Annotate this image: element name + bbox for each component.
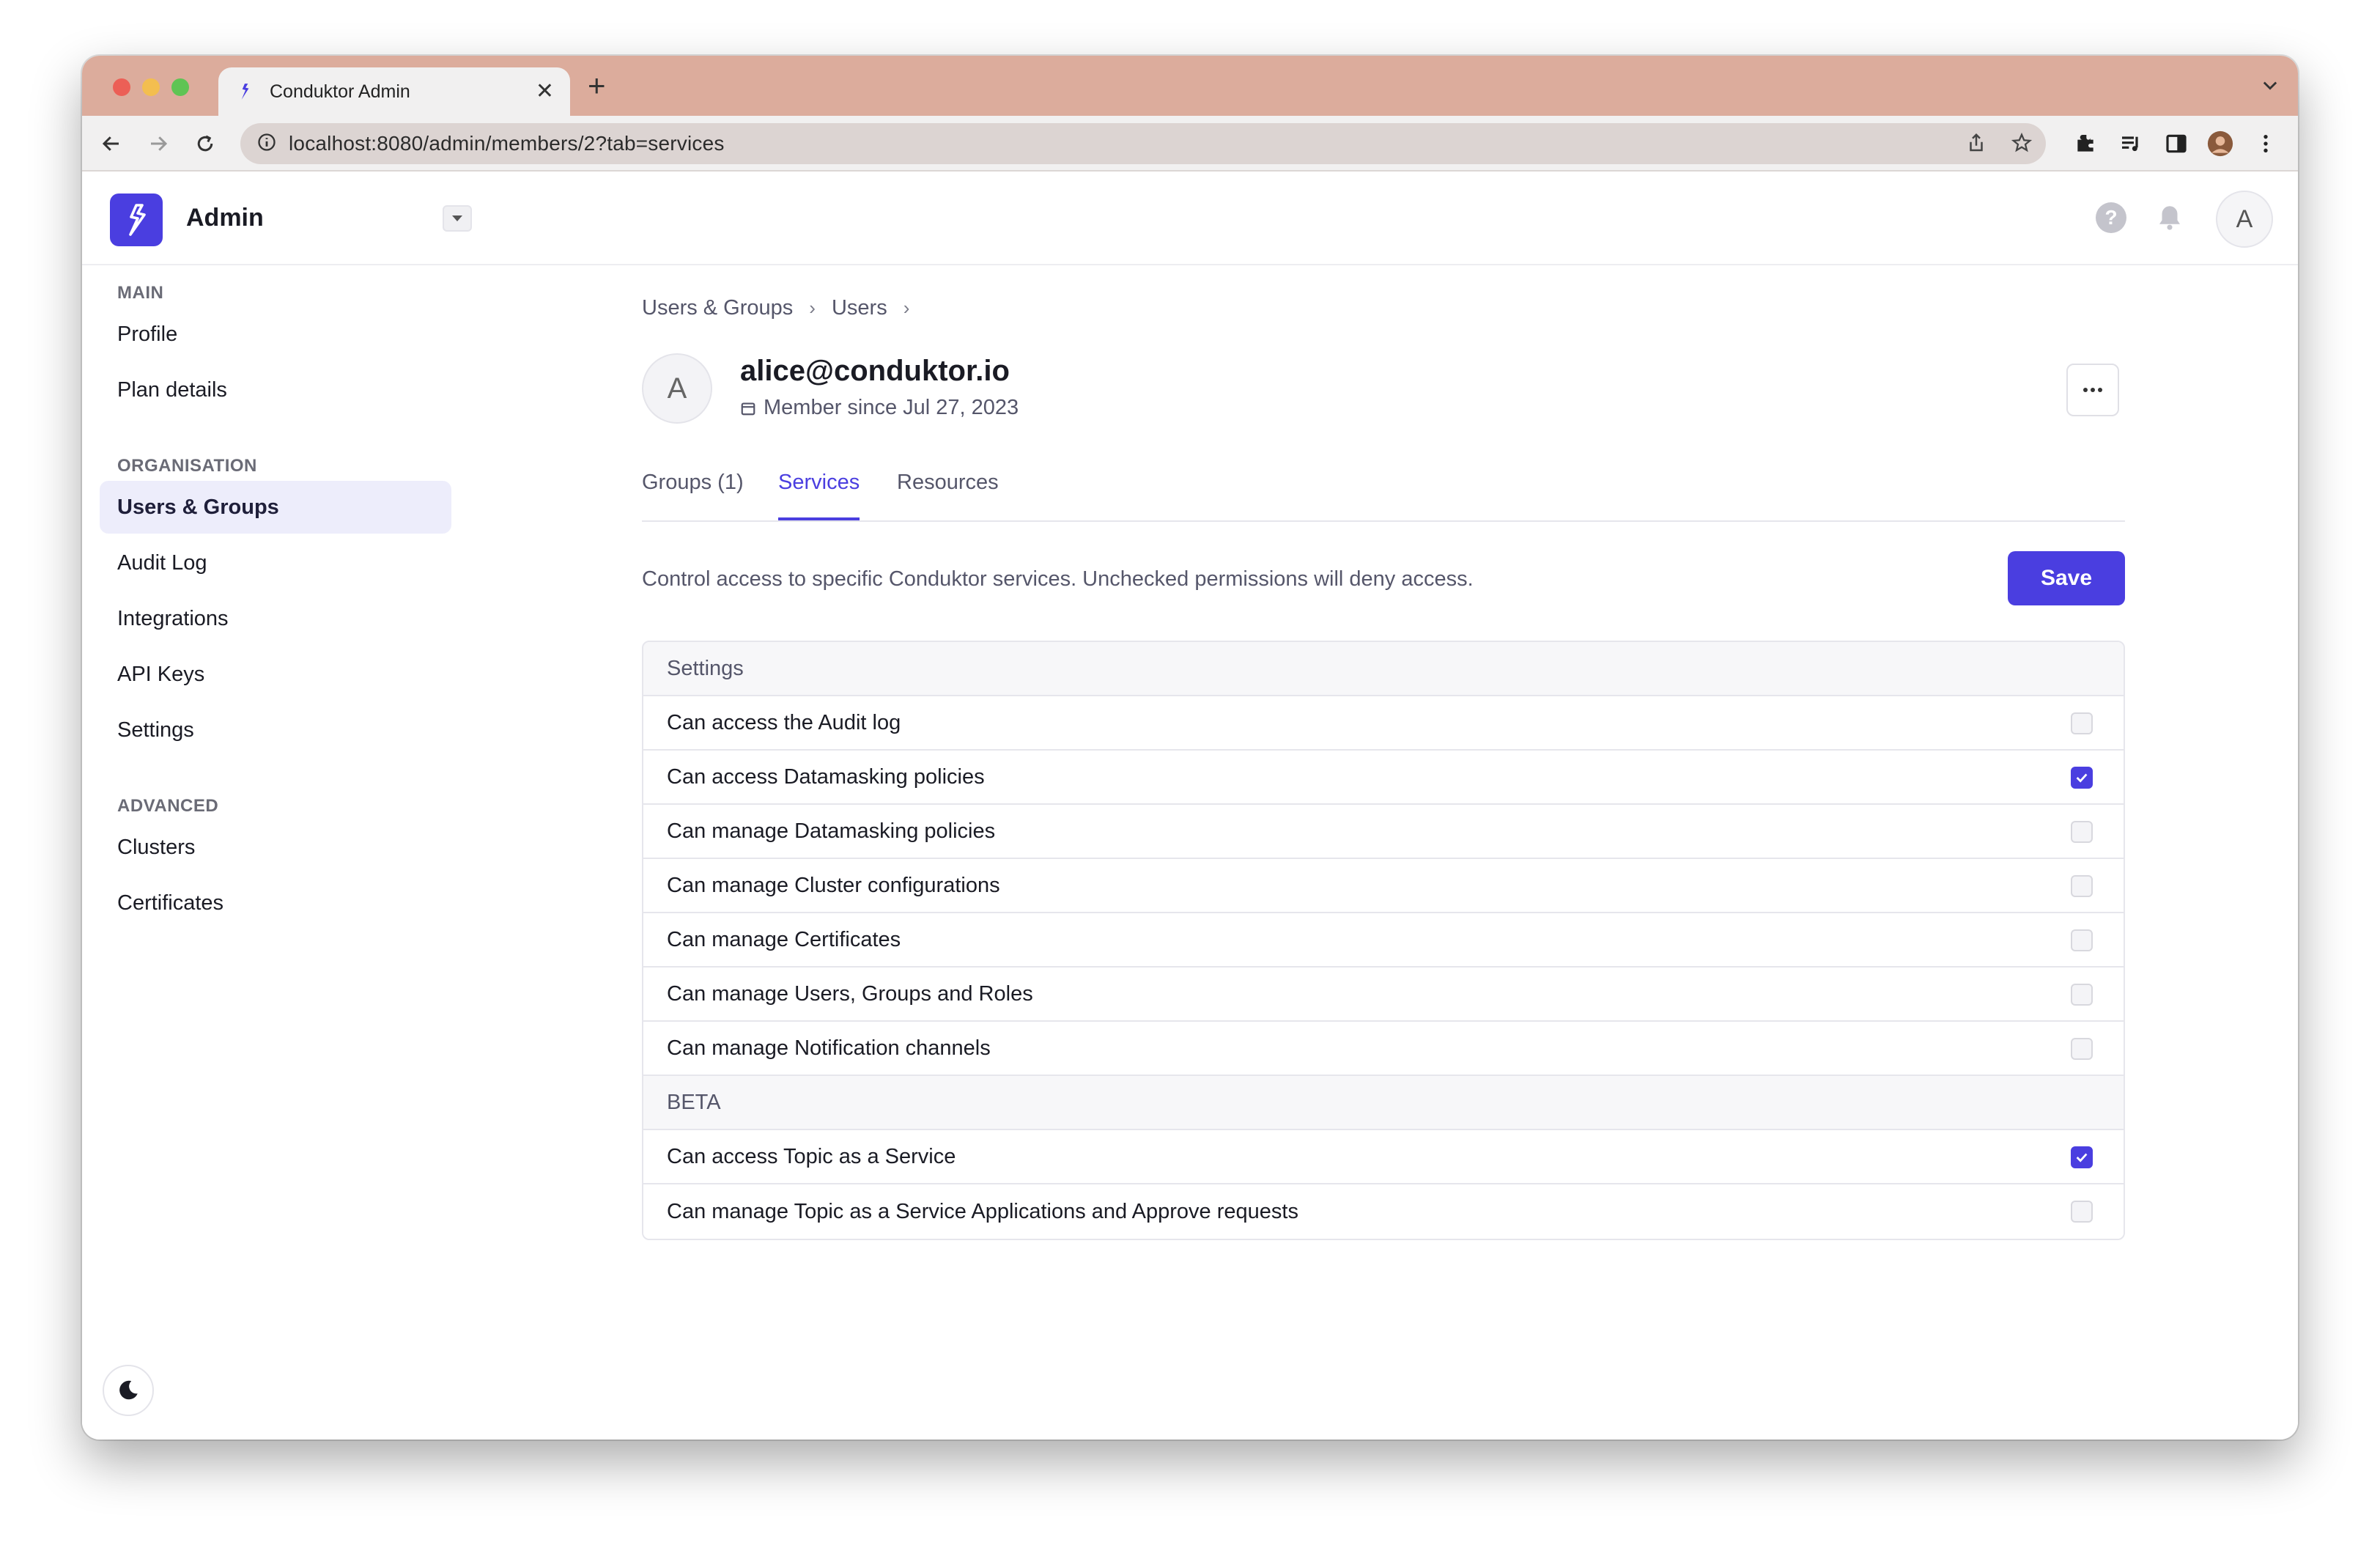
sidebar-section-organisation: ORGANISATION [117, 456, 257, 476]
sidebar-item-plan-details[interactable]: Plan details [100, 364, 451, 416]
breadcrumb-users-groups[interactable]: Users & Groups [642, 296, 793, 320]
breadcrumb: Users & Groups › Users › [642, 296, 925, 320]
permission-checkbox[interactable] [2071, 1038, 2093, 1060]
browser-menu-icon[interactable] [2252, 130, 2279, 157]
site-info-icon[interactable] [256, 132, 277, 156]
browser-tab-strip: Conduktor Admin ✕ + [82, 56, 2298, 116]
sidebar-item-certificates[interactable]: Certificates [100, 877, 451, 929]
permission-group-header: Settings [643, 642, 2124, 696]
permission-row: Can access Datamasking policies [643, 751, 2124, 805]
member-tabs: Groups (1) Services Resources [642, 463, 2125, 522]
user-avatar-button[interactable]: A [2216, 191, 2273, 248]
browser-window: Conduktor Admin ✕ + localhost:8080/admin… [82, 56, 2298, 1440]
tab-search-chevron-icon[interactable] [2260, 75, 2280, 95]
user-avatar: A [642, 353, 712, 424]
more-actions-button[interactable] [2066, 364, 2119, 416]
breadcrumb-users[interactable]: Users [832, 296, 887, 320]
permission-group-header: BETA [643, 1076, 2124, 1130]
sidebar-item-clusters[interactable]: Clusters [100, 821, 451, 874]
permission-label: Can access Datamasking policies [667, 764, 985, 789]
notifications-bell-icon[interactable] [2154, 202, 2185, 233]
close-window-button[interactable] [113, 78, 130, 96]
profile-picture-icon[interactable] [2207, 130, 2233, 157]
permission-checkbox[interactable] [2071, 929, 2093, 951]
permission-row: Can manage Topic as a Service Applicatio… [643, 1184, 2124, 1239]
forward-icon[interactable] [145, 130, 171, 157]
permission-row: Can access the Audit log [643, 696, 2124, 751]
extensions-puzzle-icon[interactable] [2072, 130, 2099, 157]
permission-label: Can manage Users, Groups and Roles [667, 981, 1033, 1006]
sidebar-item-api-keys[interactable]: API Keys [100, 648, 451, 701]
sidebar-section-main: MAIN [117, 283, 164, 303]
permission-label: Can manage Cluster configurations [667, 873, 1000, 897]
sidebar-item-users-groups[interactable]: Users & Groups [100, 481, 451, 534]
sidebar-item-settings[interactable]: Settings [100, 704, 451, 756]
back-icon[interactable] [98, 130, 125, 157]
app-switcher-dropdown[interactable] [443, 205, 472, 232]
permission-checkbox[interactable] [2071, 821, 2093, 843]
checkmark-icon [2076, 773, 2088, 783]
permission-row: Can manage Cluster configurations [643, 859, 2124, 913]
permission-checkbox[interactable] [2071, 1146, 2093, 1168]
permission-checkbox[interactable] [2071, 984, 2093, 1006]
permission-row: Can manage Notification channels [643, 1022, 2124, 1076]
address-toolbar: localhost:8080/admin/members/2?tab=servi… [82, 116, 2298, 172]
browser-tab[interactable]: Conduktor Admin ✕ [218, 67, 570, 116]
calendar-icon [741, 402, 755, 415]
more-dots-icon [2083, 388, 2102, 392]
permission-label: Can manage Topic as a Service Applicatio… [667, 1199, 1298, 1223]
services-description: Control access to specific Conduktor ser… [642, 567, 1474, 591]
permission-checkbox[interactable] [2071, 875, 2093, 897]
permission-label: Can manage Certificates [667, 927, 901, 951]
new-tab-button[interactable]: + [588, 70, 606, 101]
app-root: Admin ? A MAIN Profile Plan details ORGA… [82, 172, 2298, 1440]
save-button[interactable]: Save [2008, 551, 2125, 605]
member-since-text: Member since Jul 27, 2023 [764, 396, 1019, 419]
app-name: Admin [186, 204, 264, 232]
conduktor-logo-icon[interactable] [110, 194, 163, 246]
permission-label: Can manage Notification channels [667, 1036, 991, 1060]
media-playlist-icon[interactable] [2118, 130, 2144, 157]
permission-label: Can access Topic as a Service [667, 1144, 956, 1168]
sidebar: MAIN Profile Plan details ORGANISATION U… [82, 265, 492, 1440]
chevron-right-icon: › [903, 297, 910, 319]
minimize-window-button[interactable] [142, 78, 160, 96]
chevron-right-icon: › [809, 297, 816, 319]
permission-row: Can access Topic as a Service [643, 1130, 2124, 1184]
tab-resources[interactable]: Resources [897, 471, 999, 520]
tab-groups[interactable]: Groups (1) [642, 471, 744, 520]
permission-label: Can access the Audit log [667, 710, 901, 734]
permission-row: Can manage Certificates [643, 913, 2124, 968]
app-header: Admin ? A [82, 172, 2298, 265]
permission-label: Can manage Datamasking policies [667, 819, 996, 843]
theme-toggle-moon-icon[interactable] [103, 1365, 154, 1416]
help-icon[interactable]: ? [2096, 202, 2126, 233]
share-icon[interactable] [1965, 132, 1989, 155]
permission-checkbox[interactable] [2071, 712, 2093, 734]
side-panel-icon[interactable] [2163, 130, 2189, 157]
url-text: localhost:8080/admin/members/2?tab=servi… [289, 132, 725, 155]
caret-down-icon [452, 215, 462, 221]
bookmark-star-icon[interactable] [2011, 132, 2034, 155]
address-bar[interactable]: localhost:8080/admin/members/2?tab=servi… [240, 123, 2046, 164]
checkmark-icon [2076, 1153, 2088, 1162]
maximize-window-button[interactable] [171, 78, 189, 96]
tab-services[interactable]: Services [778, 471, 860, 520]
permissions-table: Settings Can access the Audit log Can ac… [642, 641, 2125, 1240]
permission-checkbox[interactable] [2071, 767, 2093, 789]
close-tab-icon[interactable]: ✕ [536, 81, 554, 103]
permission-checkbox[interactable] [2071, 1201, 2093, 1223]
sidebar-item-integrations[interactable]: Integrations [100, 592, 451, 645]
tab-title: Conduktor Admin [270, 81, 410, 102]
permission-row: Can manage Datamasking policies [643, 805, 2124, 859]
sidebar-item-profile[interactable]: Profile [100, 308, 451, 361]
member-since: Member since Jul 27, 2023 [740, 396, 1019, 420]
permission-row: Can manage Users, Groups and Roles [643, 968, 2124, 1022]
reload-icon[interactable] [192, 130, 218, 157]
user-email: alice@conduktor.io [740, 355, 1010, 387]
conduktor-favicon-icon [234, 81, 255, 102]
sidebar-item-audit-log[interactable]: Audit Log [100, 537, 451, 589]
sidebar-section-advanced: ADVANCED [117, 796, 219, 816]
